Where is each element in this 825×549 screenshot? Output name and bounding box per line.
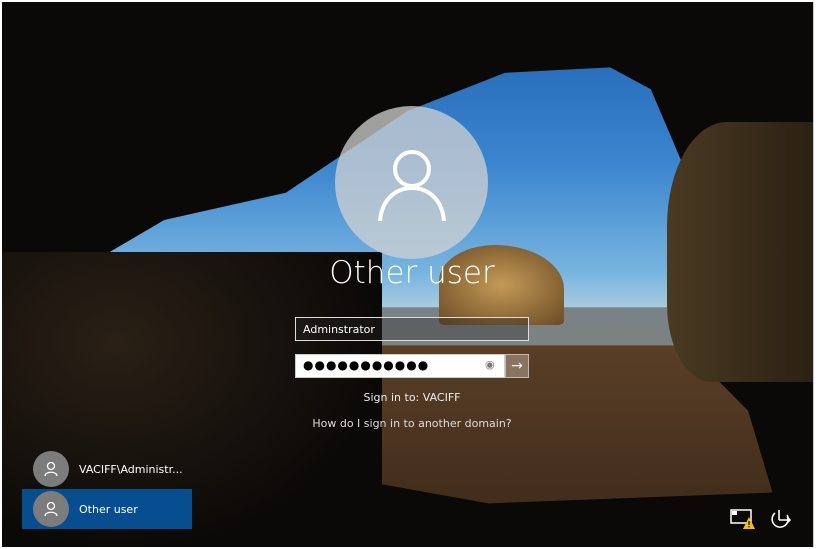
- network-warning-icon[interactable]: [730, 508, 756, 535]
- page-title: Other user: [329, 255, 495, 291]
- user-icon: [33, 451, 69, 487]
- submit-button[interactable]: →: [505, 354, 529, 378]
- user-avatar: [335, 106, 488, 259]
- domain-help-link[interactable]: How do I sign in to another domain?: [2, 417, 813, 430]
- account-label: Other user: [79, 502, 138, 516]
- sign-in-to-label: Sign in to: VACIFF: [363, 391, 461, 404]
- eye-icon[interactable]: ◉: [485, 358, 495, 371]
- user-icon: [377, 149, 446, 221]
- account-item-selected[interactable]: Other user: [22, 489, 192, 529]
- arrow-right-icon: →: [511, 358, 523, 374]
- password-input[interactable]: ●●●●●●●●●●●: [295, 354, 505, 378]
- lock-screen: Other user Adminstrator ●●●●●●●●●●● ◉ → …: [2, 2, 814, 547]
- account-item[interactable]: VACIFF\Administr...: [22, 449, 192, 489]
- power-icon[interactable]: [768, 508, 794, 535]
- user-icon: [33, 491, 69, 527]
- account-label: VACIFF\Administr...: [79, 462, 183, 476]
- background-cave-wall: [667, 122, 813, 382]
- username-input[interactable]: Adminstrator: [295, 317, 529, 341]
